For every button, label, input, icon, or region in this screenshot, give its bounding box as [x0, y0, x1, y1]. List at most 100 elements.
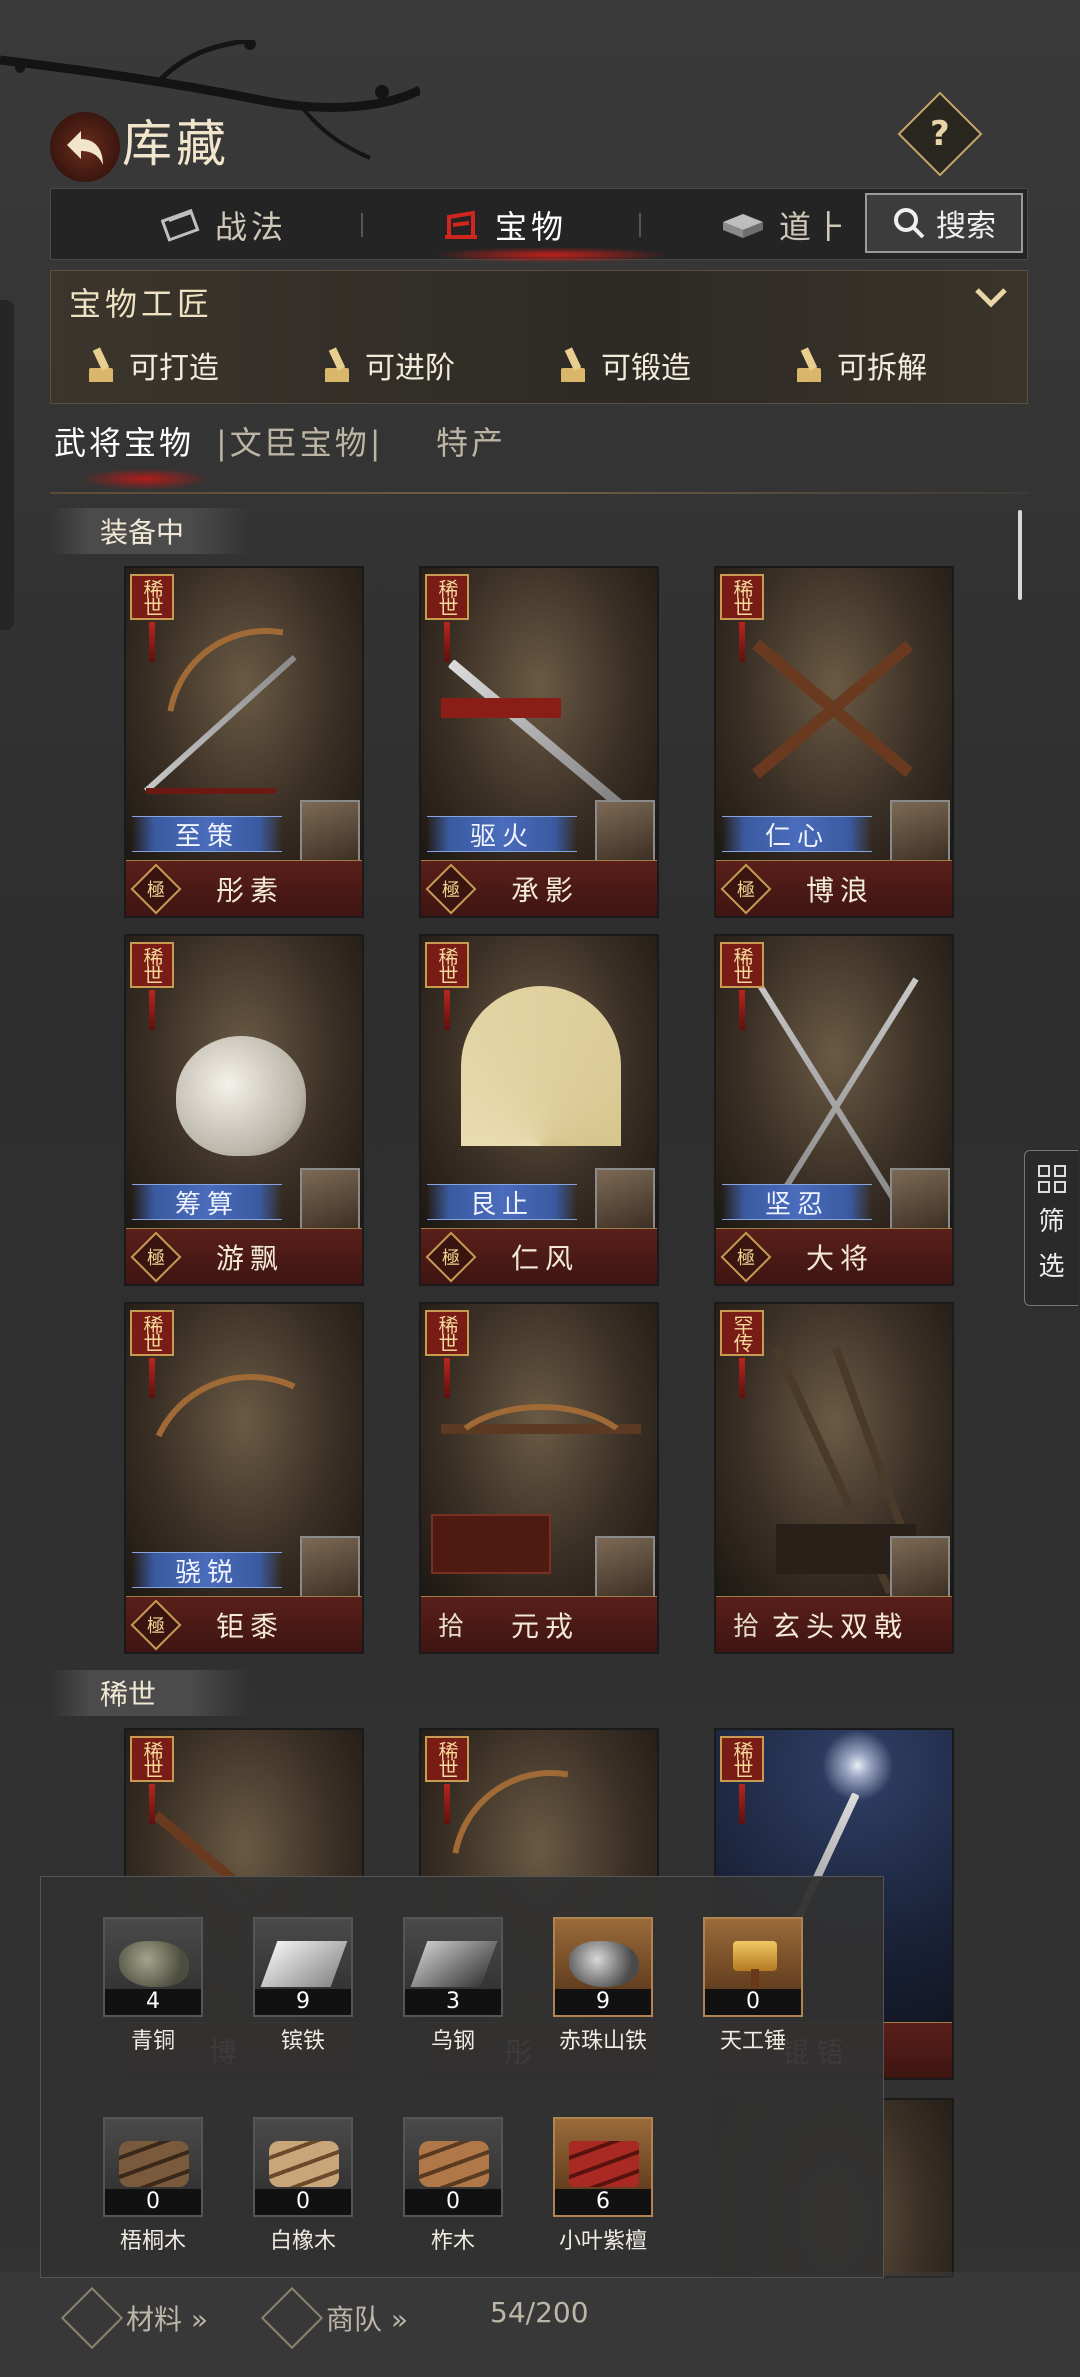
general-portrait [890, 1168, 950, 1230]
material-name: 柞木 [430, 2229, 475, 2254]
treasure-card[interactable]: 稀世 拾 元戎 [419, 1302, 659, 1654]
edge-handle [0, 300, 14, 630]
artisan-action-label: 可锻造 [601, 351, 691, 386]
tassel-decoration [444, 990, 450, 1030]
material-item[interactable]: 4 青铜 [103, 1917, 203, 2055]
steel-ingot-icon [410, 1941, 498, 1987]
material-count: 0 [705, 1989, 801, 2015]
treasure-card[interactable]: 稀世 艮止 極 仁风 [419, 934, 659, 1286]
material-item[interactable]: 0 梧桐木 [103, 2117, 203, 2255]
material-item[interactable]: 9 镔铁 [253, 1917, 353, 2055]
rarity-badge: 罕传 [720, 1310, 764, 1356]
material-slot: 0 [703, 1917, 803, 2017]
material-count: 6 [555, 2189, 651, 2215]
artisan-action-label: 可拆解 [837, 351, 927, 386]
materials-popup: 4 青铜 9 镔铁 3 乌钢 9 赤珠山铁 0 天工锤 0 梧桐木 0 白橡木 … [40, 1876, 884, 2278]
material-item[interactable]: 6 小叶紫檀 [553, 2117, 653, 2255]
category-divider [50, 492, 1028, 494]
card-nameplate: 極 大将 [716, 1228, 952, 1284]
material-slot: 4 [103, 1917, 203, 2017]
top-tab-bar: 战法 宝物 道⺊ 搜索 [50, 188, 1028, 263]
artisan-action-dismantle[interactable]: 可拆解 [793, 343, 927, 387]
material-name: 青铜 [130, 2029, 175, 2054]
materials-button[interactable]: 材料 » [60, 2286, 209, 2350]
hammer-icon [557, 348, 587, 382]
filter-button[interactable]: 筛 选 [1024, 1150, 1078, 1306]
rarity-badge: 稀世 [425, 1310, 469, 1356]
card-nameplate: 極 钜黍 [126, 1596, 362, 1652]
scroll-icon [161, 208, 200, 242]
card-nameplate: 拾 玄头双戟 [716, 1596, 952, 1652]
search-button[interactable]: 搜索 [865, 193, 1023, 253]
material-count: 0 [405, 2189, 501, 2215]
treasure-name: 大将 [805, 1241, 874, 1275]
treasure-card[interactable]: 稀世 骁锐 極 钜黍 [124, 1302, 364, 1654]
treasure-name: 玄头双戟 [771, 1609, 908, 1643]
active-category-glow [80, 468, 210, 490]
treasure-name: 彤素 [215, 873, 284, 907]
treasure-card[interactable]: 稀世 筹算 極 游飘 [124, 934, 364, 1286]
material-item[interactable]: 0 天工锤 [703, 1917, 803, 2055]
artisan-title: 宝物工匠 [69, 285, 214, 323]
category-tab-general[interactable]: 武将宝物 [54, 418, 194, 464]
artisan-action-forge[interactable]: 可打造 [85, 343, 219, 387]
capacity-counter: 54/200 [490, 2296, 589, 2329]
card-nameplate: 極 仁风 [421, 1228, 657, 1284]
search-label: 搜索 [936, 209, 996, 244]
category-tab-minister[interactable]: |文臣宝物| [216, 418, 384, 464]
general-portrait [300, 1168, 360, 1230]
skill-tag: 至策 [132, 816, 282, 852]
tab-items[interactable]: 道⺊ [721, 189, 851, 261]
rarity-badge: 稀世 [720, 942, 764, 988]
material-slot: 0 [253, 2117, 353, 2217]
skill-tag: 仁心 [722, 816, 872, 852]
hammer-icon [733, 1941, 777, 1971]
material-name: 白橡木 [269, 2229, 336, 2254]
material-count: 0 [255, 2189, 351, 2215]
red-iron-ore-icon [569, 1941, 639, 1987]
scrollbar[interactable] [1018, 510, 1022, 600]
material-item[interactable]: 0 柞木 [403, 2117, 503, 2255]
filter-label: 筛 [1038, 1207, 1065, 1237]
tab-tactics[interactable]: 战法 [161, 189, 287, 261]
general-portrait [595, 1168, 655, 1230]
material-count: 4 [105, 1989, 201, 2015]
card-nameplate: 極 游飘 [126, 1228, 362, 1284]
general-portrait [595, 800, 655, 862]
artisan-action-smelt[interactable]: 可锻造 [557, 343, 691, 387]
hammer-icon [321, 348, 351, 382]
material-name: 乌钢 [430, 2029, 475, 2054]
chevron-down-icon[interactable] [973, 283, 1009, 318]
material-item[interactable]: 9 赤珠山铁 [553, 1917, 653, 2055]
treasure-card[interactable]: 稀世 坚忍 極 大将 [714, 934, 954, 1286]
material-name: 小叶紫檀 [558, 2229, 647, 2254]
treasure-name: 博浪 [805, 873, 874, 907]
materials-label: 材料 » [126, 2303, 209, 2336]
caravan-button[interactable]: 商队 » [260, 2286, 408, 2350]
material-item[interactable]: 3 乌钢 [403, 1917, 503, 2055]
tab-divider [361, 213, 363, 237]
materials-icon [60, 2286, 124, 2350]
treasure-card[interactable]: 稀世 驱火 極 承影 [419, 566, 659, 918]
general-portrait [300, 1536, 360, 1598]
iron-ingot-icon [260, 1941, 348, 1987]
help-button[interactable]: ? [897, 91, 983, 177]
zuo-wood-icon [419, 2141, 489, 2187]
treasure-name: 钜黍 [215, 1609, 284, 1643]
treasure-card[interactable]: 罕传 拾 玄头双戟 [714, 1302, 954, 1654]
rarity-badge: 稀世 [130, 574, 174, 620]
general-portrait [300, 800, 360, 862]
material-slot: 9 [253, 1917, 353, 2017]
rarity-badge: 稀世 [720, 1736, 764, 1782]
treasure-card[interactable]: 稀世 仁心 極 博浪 [714, 566, 954, 918]
filter-icon [1037, 1165, 1066, 1193]
general-portrait [595, 1536, 655, 1598]
category-tab-specialty[interactable]: 特产 [436, 418, 506, 464]
artisan-action-label: 可打造 [129, 351, 219, 386]
skill-tag: 坚忍 [722, 1184, 872, 1220]
oak-wood-icon [269, 2141, 339, 2187]
treasure-card[interactable]: 稀世 至策 極 彤素 [124, 566, 364, 918]
back-button[interactable] [50, 112, 120, 182]
artisan-action-advance[interactable]: 可进阶 [321, 343, 455, 387]
material-item[interactable]: 0 白橡木 [253, 2117, 353, 2255]
